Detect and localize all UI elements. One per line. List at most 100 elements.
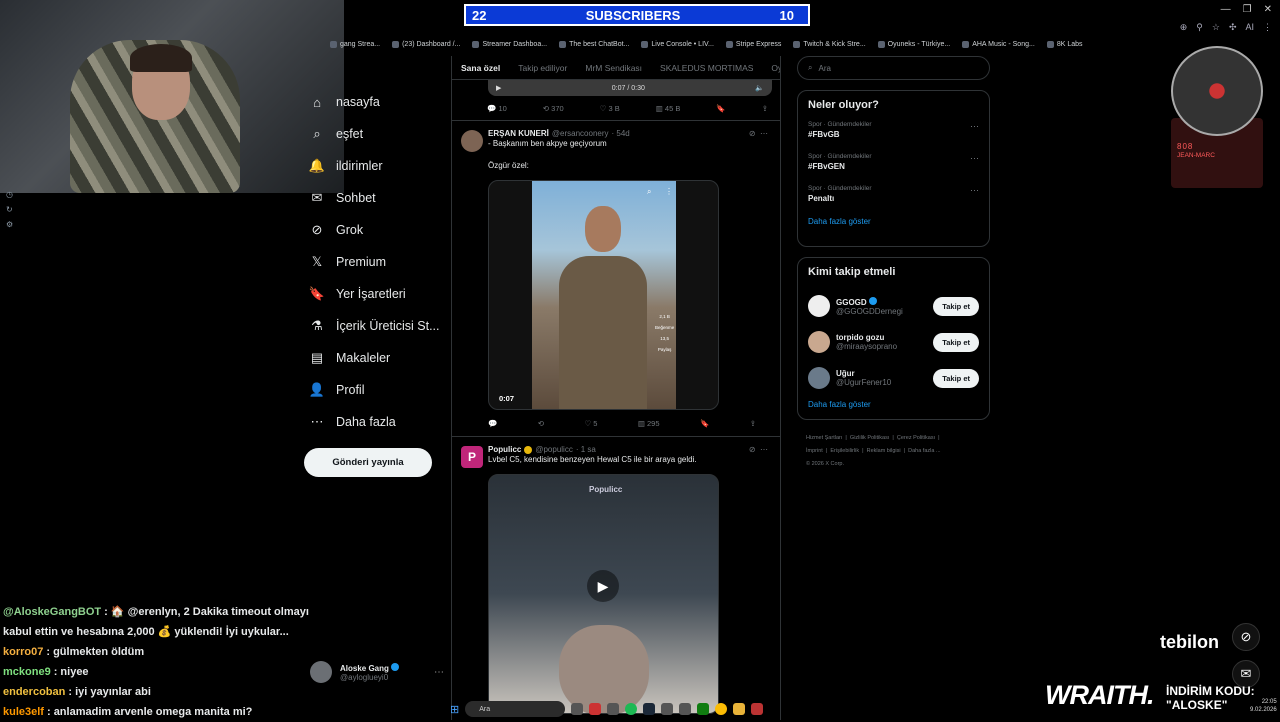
grok-icon[interactable]: ⊘ ⋯ (749, 129, 768, 138)
more-options-icon[interactable]: ⋯ (434, 667, 444, 678)
zoom-icon[interactable]: ⊕ (1180, 22, 1188, 33)
tweet[interactable]: P Populicc @populicc · 1 sa ⊘ ⋯ Lvbel C5… (452, 436, 780, 714)
sidebar-item-4[interactable]: ⊘ Grok (308, 214, 448, 246)
tweet-handle[interactable]: @populicc (535, 445, 572, 454)
follow-button[interactable]: Takip et (933, 296, 979, 316)
share-button[interactable]: ⇪ (750, 419, 756, 428)
tweet-video[interactable]: ⌕ ⋮ 2,1 B Beğenme 13,5 Paylaş 0:07 (488, 180, 719, 410)
repost-button[interactable]: ⟲ 370 (543, 104, 564, 113)
puzzle-icon[interactable]: ✣ (1229, 22, 1237, 33)
tweet[interactable]: ERŞAN KUNERİ @ersancoonery · 54d ⊘ ⋯ - B… (452, 120, 780, 436)
video-dislike-label[interactable]: Beğenme (655, 322, 674, 333)
chrome-icon[interactable] (715, 703, 728, 715)
sidebar-item-10[interactable]: ⋯ Daha fazla (308, 406, 448, 438)
grok-icon[interactable]: ⊘ (1232, 623, 1260, 651)
tab-for-you[interactable]: Sana özel (461, 63, 500, 73)
bookmark-item[interactable]: Streamer Dashboa... (472, 36, 547, 52)
follow-button[interactable]: Takip et (933, 332, 979, 352)
grok-icon[interactable]: ⊘ ⋯ (749, 445, 768, 454)
system-clock[interactable]: 22:05 9.02.2026 (1250, 698, 1277, 714)
tweet-handle[interactable]: @ersancoonery (552, 129, 609, 138)
taskbar-app-icon[interactable] (571, 703, 584, 715)
trend-item[interactable]: Spor · Gündemdekiler #FBvGEN ⋯ (808, 153, 979, 171)
post-button[interactable]: Gönderi yayınla (304, 448, 432, 477)
bookmark-item[interactable]: (23) Dashboard /... (392, 36, 460, 52)
bookmark-item[interactable]: 8K Labs (1047, 36, 1083, 52)
sidebar-item-6[interactable]: 🔖 Yer İşaretleri (308, 278, 448, 310)
more-options-icon[interactable]: ⋯ (970, 185, 979, 196)
bookmark-item[interactable]: Stripe Express (726, 36, 782, 52)
bookmark-button[interactable]: 🔖 (700, 419, 709, 428)
tweet-author[interactable]: Populicc (488, 445, 521, 454)
footer-link[interactable]: İmprint (806, 448, 823, 454)
sidebar-item-3[interactable]: ✉ Sohbet (308, 182, 448, 214)
tab-mrm[interactable]: MrM Sendikası (585, 63, 642, 73)
tweet-avatar[interactable]: P (461, 446, 483, 468)
tab-following[interactable]: Takip ediliyor (518, 63, 567, 73)
volume-icon[interactable]: 🔈 (755, 84, 764, 92)
chat-username[interactable]: korro07 (3, 646, 43, 658)
reply-button[interactable]: 💬 (488, 419, 497, 428)
tweet-avatar[interactable] (461, 130, 483, 152)
views-button[interactable]: ▥ 295 (638, 419, 660, 428)
taskbar-app-icon[interactable] (589, 703, 602, 715)
spotify-icon[interactable] (625, 703, 638, 715)
more-options-icon[interactable]: ⋯ (970, 153, 979, 164)
account-switcher[interactable]: Aloske Gang @ayloglueyi0 ⋯ (310, 658, 444, 686)
star-icon[interactable]: ☆ (1212, 22, 1220, 33)
repost-button[interactable]: ⟲ (538, 419, 544, 428)
play-icon[interactable]: ▶ (496, 84, 501, 92)
avatar[interactable] (808, 295, 830, 317)
play-button-icon[interactable]: ▶ (587, 570, 619, 602)
minimize-icon[interactable]: — (1221, 4, 1231, 15)
views-button[interactable]: ▥ 45 B (656, 104, 681, 113)
taskbar-app-icon[interactable] (751, 703, 764, 715)
sidebar-item-7[interactable]: ⚗ İçerik Üreticisi St... (308, 310, 448, 342)
sidebar-item-0[interactable]: ⌂ nasayfa (308, 86, 448, 118)
like-button[interactable]: ♡ 5 (584, 419, 597, 428)
footer-link[interactable]: Gizlilik Politikası (850, 435, 889, 441)
restore-icon[interactable]: ❐ (1243, 4, 1252, 15)
tweet-video[interactable]: Populicc ▶ (488, 474, 719, 714)
footer-link[interactable]: Erişilebilirlik (830, 448, 859, 454)
bookmark-item[interactable]: Live Console • LIV... (641, 36, 714, 52)
follow-button[interactable]: Takip et (933, 368, 979, 388)
close-icon[interactable]: ✕ (1264, 4, 1272, 15)
video-share-label[interactable]: Paylaş (655, 344, 674, 355)
bookmark-item[interactable]: gang Strea... (330, 36, 380, 52)
footer-link[interactable]: Çerez Politikası (897, 435, 935, 441)
reply-button[interactable]: 💬 10 (487, 104, 507, 113)
extension-icon[interactable]: ⚲ (1196, 22, 1203, 33)
sidebar-item-9[interactable]: 👤 Profil (308, 374, 448, 406)
trends-show-more[interactable]: Daha fazla göster (808, 217, 979, 226)
tab-oyu[interactable]: Oyu (771, 63, 780, 73)
footer-link[interactable]: Hizmet Şartları (806, 435, 842, 441)
video-comment-count[interactable]: 13,5 (655, 333, 674, 344)
trend-item[interactable]: Spor · Gündemdekiler #FBvGB ⋯ (808, 121, 979, 139)
footer-link[interactable]: Daha fazla ... (908, 448, 940, 454)
tweet-author[interactable]: ERŞAN KUNERİ (488, 129, 549, 138)
bookmark-item[interactable]: Oyuneks - Türkiye... (878, 36, 951, 52)
history-icon[interactable]: ◷ (6, 190, 13, 199)
settings-icon[interactable]: ⚙ (6, 220, 13, 229)
follow-suggestion[interactable]: Uğur @UgurFener10 Takip et (808, 360, 979, 396)
bookmark-button[interactable]: 🔖 (716, 104, 725, 113)
taskbar-app-icon[interactable] (661, 703, 674, 715)
sidebar-item-8[interactable]: ▤ Makaleler (308, 342, 448, 374)
steam-icon[interactable] (643, 703, 656, 715)
video-menu-icon[interactable]: ⋮ (665, 187, 673, 196)
ai-button[interactable]: AI (1245, 22, 1254, 33)
more-options-icon[interactable]: ⋯ (970, 121, 979, 132)
avatar[interactable] (808, 367, 830, 389)
follow-suggestion[interactable]: torpido gozu @miraaysoprano Takip et (808, 324, 979, 360)
refresh-icon[interactable]: ↻ (6, 205, 13, 214)
sidebar-item-5[interactable]: 𝕏 Premium (308, 246, 448, 278)
search-input[interactable]: ⌕ Ara (797, 56, 990, 80)
video-like-count[interactable]: 2,1 B (655, 311, 674, 322)
taskbar-app-icon[interactable] (679, 703, 692, 715)
taskbar-app-icon[interactable] (607, 703, 620, 715)
footer-link[interactable]: Reklam bilgisi (867, 448, 901, 454)
video-search-icon[interactable]: ⌕ (647, 187, 651, 197)
folder-icon[interactable] (733, 703, 746, 715)
taskbar-search[interactable]: Ara (465, 701, 566, 717)
